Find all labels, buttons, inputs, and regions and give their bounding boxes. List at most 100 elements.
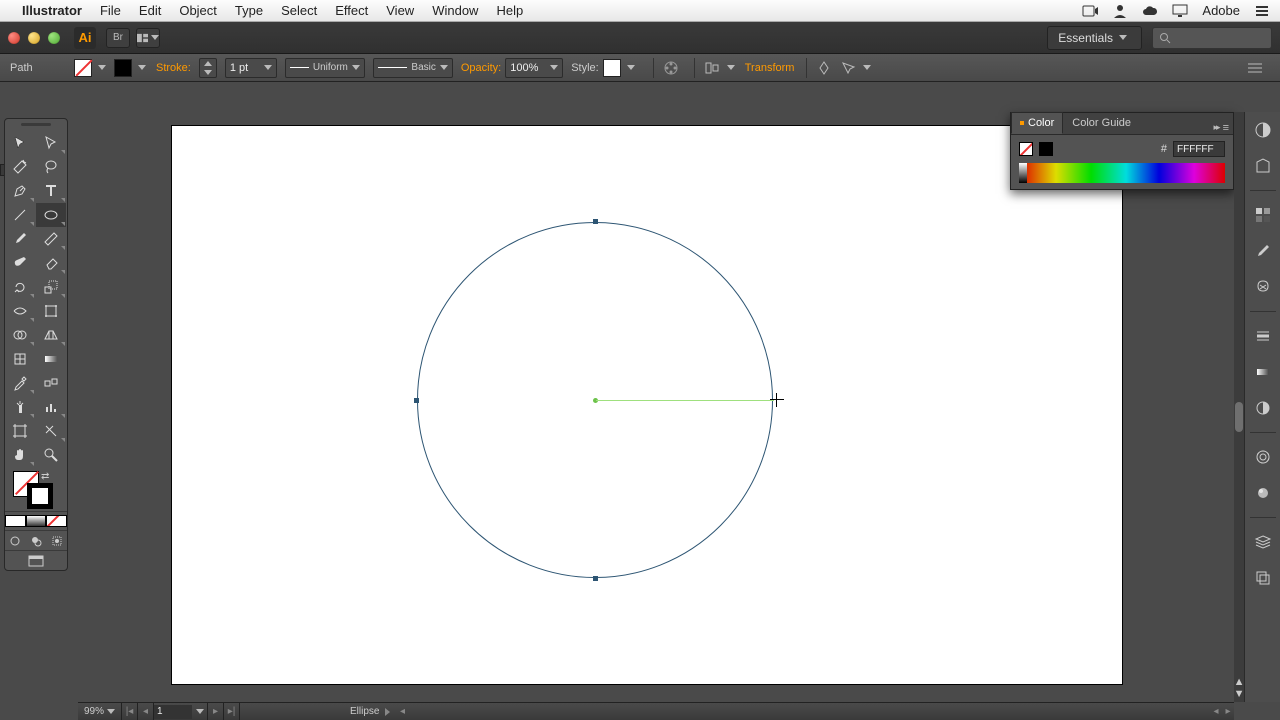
anchor-point-top[interactable] [593, 219, 598, 224]
gradient-tool[interactable] [36, 347, 66, 371]
draw-inside-button[interactable] [46, 531, 67, 550]
artboard-number-input[interactable] [154, 705, 192, 719]
stroke-panel-icon[interactable] [1251, 324, 1275, 348]
scroll-right-button-1[interactable]: ◂ [1210, 706, 1222, 717]
menu-effect[interactable]: Effect [335, 3, 368, 18]
pencil-tool[interactable] [36, 227, 66, 251]
eyedropper-tool[interactable] [5, 371, 35, 395]
bridge-button[interactable]: Br [106, 28, 130, 48]
brush-definition-dropdown[interactable]: Basic [373, 58, 453, 78]
layers-panel-icon[interactable] [1251, 530, 1275, 554]
menu-app[interactable]: Illustrator [22, 3, 82, 18]
workspace-switcher[interactable]: Essentials [1047, 26, 1142, 50]
stroke-profile-dropdown[interactable]: Uniform [285, 58, 365, 78]
align-button[interactable] [703, 59, 721, 77]
stroke-label[interactable]: Stroke: [156, 62, 191, 74]
stroke-dropdown-icon[interactable] [138, 65, 146, 70]
window-close-button[interactable] [8, 32, 20, 44]
rotate-tool[interactable] [5, 275, 35, 299]
opacity-input[interactable] [510, 62, 546, 74]
menu-list-icon[interactable] [1254, 3, 1270, 19]
search-field[interactable] [1152, 27, 1272, 49]
draw-normal-button[interactable] [5, 531, 26, 550]
appearance-panel-icon[interactable] [1251, 445, 1275, 469]
color-mode-gradient[interactable] [26, 512, 47, 530]
scroll-up-button[interactable]: ▲ [1234, 676, 1244, 688]
scroll-left-button[interactable]: ◂ [396, 706, 408, 717]
perspective-grid-tool[interactable] [36, 323, 66, 347]
menu-view[interactable]: View [386, 3, 414, 18]
direct-selection-tool[interactable] [36, 131, 66, 155]
column-graph-tool[interactable] [36, 395, 66, 419]
swap-fill-stroke-icon[interactable]: ⇄ [41, 471, 49, 482]
mesh-tool[interactable] [5, 347, 35, 371]
free-transform-tool[interactable] [36, 299, 66, 323]
graphic-styles-panel-icon[interactable] [1251, 481, 1275, 505]
menu-window[interactable]: Window [432, 3, 478, 18]
user-icon[interactable] [1112, 3, 1128, 19]
anchor-point-left[interactable] [414, 398, 419, 403]
transparency-panel-icon[interactable] [1251, 396, 1275, 420]
fill-stroke-control[interactable]: ⇄ [5, 467, 67, 511]
graphic-style-swatch[interactable] [603, 59, 621, 77]
last-artboard-button[interactable]: ▸| [224, 703, 240, 720]
stroke-weight-stepper[interactable] [199, 58, 217, 78]
next-artboard-button[interactable]: ▸ [208, 703, 224, 720]
stroke-box[interactable] [27, 483, 53, 509]
panel-fill-swatch[interactable] [1019, 142, 1033, 156]
first-artboard-button[interactable]: |◂ [122, 703, 138, 720]
isolate-button[interactable] [815, 59, 833, 77]
scroll-down-button[interactable]: ▼ [1234, 688, 1244, 700]
artboard[interactable] [172, 126, 1122, 684]
scale-tool[interactable] [36, 275, 66, 299]
artboards-panel-icon[interactable] [1251, 566, 1275, 590]
screen-record-icon[interactable] [1082, 3, 1098, 19]
blend-tool[interactable] [36, 371, 66, 395]
symbol-sprayer-tool[interactable] [5, 395, 35, 419]
color-guide-panel-icon[interactable] [1251, 154, 1275, 178]
paintbrush-tool[interactable] [5, 227, 35, 251]
color-spectrum[interactable] [1019, 163, 1225, 183]
shape-builder-tool[interactable] [5, 323, 35, 347]
graphic-style-dropdown-icon[interactable] [627, 65, 635, 70]
stroke-swatch[interactable] [114, 59, 132, 77]
swatches-panel-icon[interactable] [1251, 203, 1275, 227]
window-zoom-button[interactable] [48, 32, 60, 44]
color-mode-none[interactable] [46, 512, 67, 530]
fill-dropdown-icon[interactable] [98, 65, 106, 70]
menu-select[interactable]: Select [281, 3, 317, 18]
color-guide-tab[interactable]: Color Guide [1063, 112, 1140, 134]
scroll-right-button-2[interactable]: ▸ [1222, 706, 1234, 717]
blob-brush-tool[interactable] [5, 251, 35, 275]
color-panel-icon[interactable] [1251, 118, 1275, 142]
vertical-scroll-thumb[interactable] [1235, 402, 1243, 432]
panel-collapse-icon[interactable]: ▸▸ [1214, 122, 1219, 134]
color-mode-solid[interactable] [5, 512, 26, 530]
pen-tool[interactable] [5, 179, 35, 203]
eraser-tool[interactable] [36, 251, 66, 275]
canvas-viewport[interactable] [78, 112, 1234, 702]
fill-swatch[interactable] [74, 59, 92, 77]
menu-object[interactable]: Object [179, 3, 217, 18]
arrange-documents-button[interactable] [136, 28, 160, 48]
width-tool[interactable] [5, 299, 35, 323]
select-similar-button[interactable] [839, 59, 857, 77]
gradient-panel-icon[interactable] [1251, 360, 1275, 384]
align-dropdown-icon[interactable] [727, 65, 735, 70]
hand-tool[interactable] [5, 443, 35, 467]
ellipse-tool[interactable] [36, 203, 66, 227]
status-menu-icon[interactable] [385, 708, 390, 716]
stroke-weight-field[interactable] [225, 58, 277, 78]
opacity-field[interactable] [505, 58, 563, 78]
window-minimize-button[interactable] [28, 32, 40, 44]
recolor-artwork-button[interactable] [662, 59, 680, 77]
lasso-tool[interactable] [36, 155, 66, 179]
line-tool[interactable] [5, 203, 35, 227]
magic-wand-tool[interactable] [5, 155, 35, 179]
stroke-weight-input[interactable] [230, 62, 260, 74]
adobe-label[interactable]: Adobe [1202, 3, 1240, 18]
menu-help[interactable]: Help [496, 3, 523, 18]
vertical-scrollbar[interactable]: ▲ ▼ [1234, 112, 1244, 702]
anchor-point-bottom[interactable] [593, 576, 598, 581]
symbols-panel-icon[interactable] [1251, 275, 1275, 299]
